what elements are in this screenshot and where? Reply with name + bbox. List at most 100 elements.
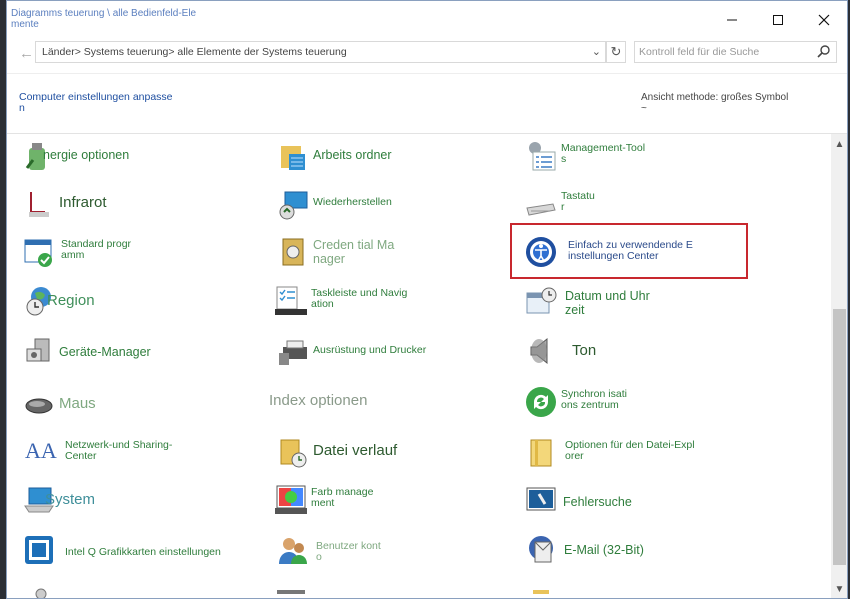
partial-icon (533, 590, 549, 594)
item-label: Intel Q Grafikkarten einstellungen (65, 546, 221, 558)
refresh-button[interactable]: ↻ (606, 41, 626, 63)
item-label: Creden tial Ma nager (313, 238, 395, 266)
item-keyboard[interactable]: Tastatu r (525, 184, 765, 228)
minimize-icon (727, 19, 737, 21)
item-mouse[interactable]: Maus (23, 382, 263, 426)
item-taskbar-navigation[interactable]: Taskleiste und Navig ation (275, 281, 507, 325)
view-mode-selector[interactable]: Ansicht methode: großes Symbol ~ (641, 92, 788, 114)
partial-icon (277, 590, 305, 594)
item-devices-printers[interactable]: Ausrüstung und Drucker (277, 331, 507, 375)
chevron-down-icon[interactable]: ⌄ (592, 45, 601, 58)
taskbar-icon (275, 286, 307, 315)
item-work-folders[interactable]: Arbeits ordner (277, 136, 507, 180)
item-label: Netzwerk-und Sharing- Center (65, 439, 173, 462)
file-history-icon (280, 439, 307, 468)
control-panel-window: Diagramms teuerung \ alle Bedienfeld-Ele… (6, 0, 848, 599)
item-recovery[interactable]: Wiederherstellen (277, 184, 507, 228)
file-explorer-options-icon (530, 439, 552, 467)
breadcrumb[interactable]: Länder> Systems teuerung> alle Elemente … (42, 46, 347, 58)
admin-tools-icon (529, 142, 556, 171)
item-troubleshooting[interactable]: Fehlersuche (525, 480, 765, 524)
item-label: Standard progr amm (61, 238, 132, 261)
item-file-history[interactable]: Datei verlauf (277, 432, 507, 476)
item-label: Infrarot (59, 194, 107, 211)
item-label: Ausrüstung und Drucker (313, 344, 427, 356)
vertical-scrollbar[interactable]: ▲ ▼ (831, 134, 847, 598)
sound-icon (530, 337, 548, 365)
item-label: Datei verlauf (313, 442, 398, 459)
item-default-programs[interactable]: Standard progr amm (23, 232, 263, 276)
item-indexing-options[interactable]: Index optionen (269, 380, 507, 424)
keyboard-icon (526, 203, 556, 216)
item-sync-center[interactable]: Synchron isati ons zentrum (525, 382, 765, 426)
search-input[interactable]: Kontroll feld für die Suche (634, 41, 837, 63)
adjust-settings-link[interactable]: Computer einstellungen anpasse n (19, 92, 189, 114)
mail-icon (529, 536, 553, 563)
item-label: Management-Tool s (561, 142, 646, 165)
item-mail[interactable]: E-Mail (32-Bit) (525, 530, 765, 574)
scroll-down-icon[interactable]: ▼ (831, 581, 847, 598)
item-label: Ton (572, 342, 597, 359)
item-infrared[interactable]: Infrarot (23, 184, 263, 228)
devices-printers-icon (279, 340, 307, 365)
minimize-button[interactable] (710, 7, 754, 33)
sync-center-icon (526, 387, 556, 417)
credential-manager-icon (282, 238, 304, 266)
item-label: Fehlersuche (563, 495, 632, 509)
device-manager-icon (26, 338, 50, 362)
mouse-icon (25, 398, 53, 414)
item-credential-manager[interactable]: Creden tial Ma nager (277, 232, 507, 276)
infrared-icon (29, 192, 49, 217)
item-file-explorer-options[interactable]: Optionen für den Datei-Expl orer (525, 432, 765, 476)
search-placeholder: Kontroll feld für die Suche (639, 46, 760, 58)
item-label: Maus (59, 395, 96, 412)
items-grid: nergie optionen Arbeits ordner Managemen… (7, 134, 831, 598)
item-label: E-Mail (32-Bit) (564, 543, 644, 557)
window-title: Diagramms teuerung \ alle Bedienfeld-Ele… (11, 8, 197, 30)
item-system[interactable]: System (23, 480, 263, 524)
search-icon[interactable] (816, 44, 832, 60)
toolbar-divider (7, 73, 847, 74)
item-partial[interactable] (525, 580, 765, 598)
item-label: Arbeits ordner (313, 148, 392, 162)
item-label: Datum und Uhr zeit (565, 289, 650, 317)
recovery-icon (279, 191, 308, 220)
item-power-options[interactable]: nergie optionen (23, 136, 263, 180)
scroll-thumb[interactable] (833, 309, 846, 565)
item-label: Wiederherstellen (313, 196, 392, 208)
item-intel-graphics[interactable]: Intel Q Grafikkarten einstellungen (23, 530, 273, 574)
date-time-icon (526, 287, 557, 314)
item-user-accounts[interactable]: Benutzer kont o (277, 530, 507, 574)
item-label: Benutzer kont o (316, 540, 381, 563)
back-arrow-icon[interactable]: ← (19, 45, 34, 62)
maximize-button[interactable] (756, 7, 800, 33)
item-label: Taskleiste und Navig ation (311, 287, 408, 310)
address-row: ← Länder> Systems teuerung> alle Element… (7, 41, 847, 65)
item-label: nergie optionen (43, 148, 130, 162)
item-label: Farb manage ment (311, 486, 374, 509)
item-label: Synchron isati ons zentrum (561, 388, 627, 411)
item-admin-tools[interactable]: Management-Tool s (525, 136, 765, 180)
default-programs-icon (24, 239, 52, 267)
item-partial[interactable] (275, 580, 505, 598)
work-folders-icon (281, 146, 305, 170)
color-management-icon (275, 485, 307, 514)
scroll-up-icon[interactable]: ▲ (831, 136, 847, 153)
user-accounts-icon (279, 538, 307, 564)
item-label: Region (47, 292, 95, 309)
item-device-manager[interactable]: Geräte-Manager (23, 331, 263, 375)
item-partial[interactable] (23, 580, 263, 598)
address-bar[interactable]: Länder> Systems teuerung> alle Elemente … (35, 41, 606, 63)
close-button[interactable] (802, 7, 846, 33)
intel-graphics-icon (25, 536, 53, 564)
item-region[interactable]: Region (23, 281, 263, 325)
title-bar: Diagramms teuerung \ alle Bedienfeld-Ele… (7, 1, 847, 41)
item-sound[interactable]: Ton (525, 331, 765, 375)
item-label: System (45, 491, 96, 508)
item-network-sharing[interactable]: AA Netzwerk-und Sharing- Center (23, 432, 263, 476)
troubleshooting-icon (526, 487, 556, 511)
item-date-time[interactable]: Datum und Uhr zeit (525, 281, 765, 325)
item-label: Geräte-Manager (59, 345, 151, 359)
item-color-management[interactable]: Farb manage ment (275, 480, 507, 524)
maximize-icon (773, 15, 783, 25)
